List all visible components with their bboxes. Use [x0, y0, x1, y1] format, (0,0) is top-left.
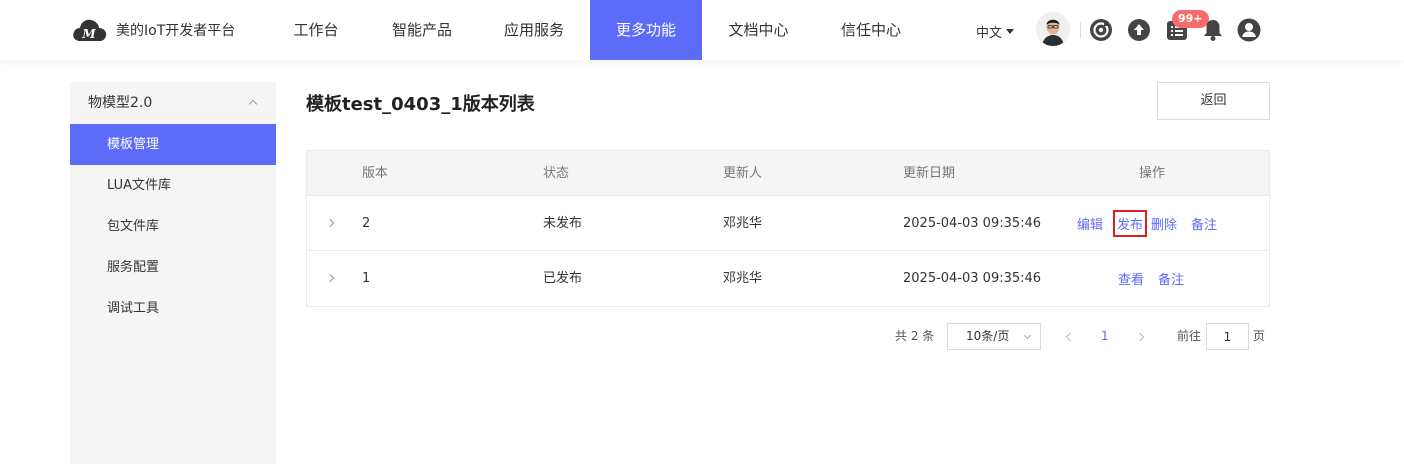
- logo-text: 美的IoT开发者平台: [116, 23, 236, 39]
- table-row: 2 未发布 邓兆华 2025-04-03 09:35:46 编辑 发布 删除 备…: [307, 196, 1269, 251]
- next-page-icon[interactable]: [1135, 332, 1145, 342]
- row-status: 未发布: [543, 216, 583, 231]
- nav-workbench[interactable]: 工作台: [266, 0, 366, 60]
- row-update-date: 2025-04-03 09:35:46: [903, 216, 1042, 231]
- sidebar-item-template-management[interactable]: 模板管理: [70, 124, 276, 165]
- nav-more-features[interactable]: 更多功能: [590, 0, 702, 60]
- table-row: 1 已发布 邓兆华 2025-04-03 09:35:46 查看 备注: [307, 251, 1269, 306]
- column-actions: 操作: [1139, 166, 1166, 181]
- row-actions: 查看 备注: [1118, 251, 1198, 306]
- prev-page-icon[interactable]: [1065, 332, 1075, 342]
- sidebar-item-lua-library[interactable]: LUA文件库: [70, 165, 276, 206]
- nav-docs[interactable]: 文档中心: [702, 0, 815, 60]
- back-button[interactable]: 返回: [1157, 82, 1270, 120]
- edit-link[interactable]: 编辑: [1077, 214, 1103, 233]
- svg-text:M: M: [81, 27, 96, 41]
- page-size-select[interactable]: 10条/页: [947, 323, 1041, 350]
- page-title: 模板test_0403_1版本列表: [306, 94, 535, 115]
- page-suffix: 页: [1253, 329, 1266, 343]
- column-version: 版本: [362, 166, 389, 181]
- sidebar: 物模型2.0 模板管理 LUA文件库 包文件库 服务配置 调试工具: [70, 82, 276, 464]
- nav-smart-products[interactable]: 智能产品: [366, 0, 478, 60]
- logo[interactable]: M 美的IoT开发者平台: [70, 14, 235, 46]
- avatar[interactable]: [1036, 12, 1070, 46]
- language-select[interactable]: 中文: [976, 22, 1015, 41]
- top-header: M 美的IoT开发者平台 工作台 智能产品 应用服务 更多功能 文档中心 信任中…: [0, 0, 1404, 60]
- upload-icon[interactable]: [1127, 18, 1151, 42]
- sidebar-group-thing-model[interactable]: 物模型2.0: [70, 82, 276, 124]
- column-updater: 更新人: [723, 166, 763, 181]
- row-version: 1: [362, 271, 371, 286]
- page-number-current[interactable]: 1: [1101, 323, 1109, 350]
- user-icon[interactable]: [1237, 18, 1261, 42]
- header-divider: [1080, 22, 1081, 38]
- nav-trust-center[interactable]: 信任中心: [815, 0, 927, 60]
- expand-chevron-icon[interactable]: [325, 273, 335, 283]
- cloud-logo-icon: M: [70, 15, 110, 45]
- row-update-date: 2025-04-03 09:35:46: [903, 271, 1042, 286]
- column-status: 状态: [543, 166, 570, 181]
- language-label: 中文: [976, 26, 1003, 41]
- row-version: 2: [362, 216, 371, 231]
- chevron-down-icon: [1023, 331, 1032, 340]
- sidebar-group-label: 物模型2.0: [88, 95, 153, 111]
- sidebar-item-debug-tools[interactable]: 调试工具: [70, 288, 276, 329]
- row-updater: 邓兆华: [723, 216, 763, 231]
- pagination-total: 共 2 条: [895, 329, 935, 343]
- caret-down-icon: [1006, 29, 1015, 34]
- chevron-up-icon: [248, 99, 258, 109]
- target-icon[interactable]: [1089, 18, 1113, 42]
- view-link[interactable]: 查看: [1118, 269, 1144, 288]
- expand-chevron-icon[interactable]: [325, 218, 335, 228]
- row-actions: 编辑 发布 删除 备注: [1077, 196, 1231, 251]
- page-size-value: 10条/页: [966, 329, 1010, 343]
- row-updater: 邓兆华: [723, 271, 763, 286]
- version-table: 版本 状态 更新人 更新日期 操作 2 未发布 邓兆华 2025-04-03 0…: [306, 150, 1270, 307]
- publish-link[interactable]: 发布: [1113, 210, 1148, 237]
- main-nav: 工作台 智能产品 应用服务 更多功能 文档中心 信任中心: [266, 0, 927, 60]
- column-update-date: 更新日期: [903, 166, 956, 181]
- goto-page-input[interactable]: [1206, 323, 1249, 350]
- nav-app-services[interactable]: 应用服务: [478, 0, 590, 60]
- bell-icon[interactable]: [1201, 18, 1225, 42]
- table-header: 版本 状态 更新人 更新日期 操作: [307, 151, 1269, 196]
- row-status: 已发布: [543, 271, 583, 286]
- remark-link[interactable]: 备注: [1191, 214, 1217, 233]
- delete-link[interactable]: 删除: [1151, 214, 1177, 233]
- sidebar-item-package-library[interactable]: 包文件库: [70, 206, 276, 247]
- remark-link[interactable]: 备注: [1158, 269, 1184, 288]
- goto-label: 前往: [1177, 329, 1202, 343]
- sidebar-item-service-config[interactable]: 服务配置: [70, 247, 276, 288]
